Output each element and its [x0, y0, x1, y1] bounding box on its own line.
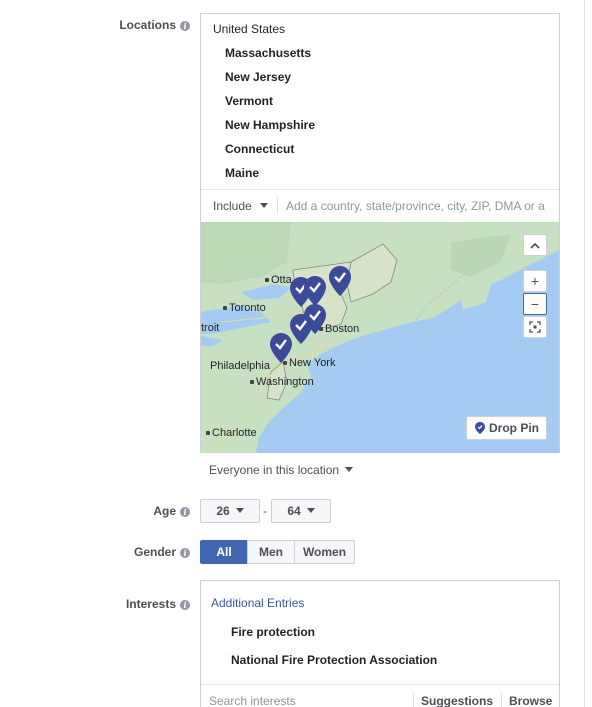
suggestions-button[interactable]: Suggestions [421, 694, 493, 707]
include-dropdown-label: Include [213, 199, 252, 213]
plus-icon: + [530, 273, 540, 289]
map-label-ottawa: Otta [265, 274, 292, 286]
info-icon[interactable]: i [180, 21, 190, 31]
map-label-washington: Washington [250, 376, 314, 388]
interests-search-input[interactable] [209, 691, 409, 707]
divider [413, 693, 414, 707]
browse-button[interactable]: Browse [509, 694, 552, 707]
location-item[interactable]: Massachusetts [225, 46, 311, 60]
caret-down-icon [306, 508, 315, 513]
audience-type-dropdown[interactable]: Everyone in this location [209, 463, 354, 477]
map-label-detroit: troit [201, 322, 220, 334]
include-divider [277, 198, 278, 214]
age-label: Age i [153, 504, 190, 518]
map-collapse-button[interactable] [523, 234, 547, 256]
caret-down-icon [345, 467, 354, 472]
interests-label: Interests i [126, 597, 190, 611]
locations-label: Locations i [119, 18, 190, 32]
minus-icon: − [530, 296, 540, 312]
map-zoom-in-button[interactable]: + [523, 270, 547, 292]
gender-women-button[interactable]: Women [294, 540, 355, 564]
location-item[interactable]: Vermont [225, 94, 273, 108]
age-max-value: 64 [287, 504, 301, 518]
interests-label-text: Interests [125, 597, 176, 611]
pin-icon [475, 422, 485, 434]
info-icon[interactable]: i [180, 600, 190, 610]
age-min-select[interactable]: 26 [200, 499, 260, 523]
age-separator: - [263, 504, 267, 518]
map-label-boston: Boston [319, 323, 359, 335]
chevron-up-icon [530, 242, 540, 249]
caret-down-icon [259, 203, 268, 208]
info-icon[interactable]: i [180, 548, 190, 558]
interest-item[interactable]: National Fire Protection Association [231, 653, 437, 667]
age-label-text: Age [153, 504, 176, 518]
location-include-bar: Include [201, 189, 559, 221]
age-max-select[interactable]: 64 [271, 499, 331, 523]
interests-box: Additional Entries Fire protection Natio… [200, 580, 560, 707]
audience-type-label: Everyone in this location [209, 463, 340, 477]
map-pin-icon[interactable] [329, 266, 351, 296]
location-item[interactable]: New Jersey [225, 70, 291, 84]
info-icon[interactable]: i [180, 507, 190, 517]
interest-item[interactable]: Fire protection [231, 625, 315, 639]
gender-label: Gender i [134, 545, 190, 559]
location-search-input[interactable] [286, 195, 556, 217]
locations-label-text: Locations [119, 18, 176, 32]
map-pin-icon[interactable] [290, 314, 312, 344]
interests-search-bar: Suggestions Browse [201, 684, 559, 707]
location-item[interactable]: Maine [225, 166, 259, 180]
caret-down-icon [235, 508, 244, 513]
location-item[interactable]: Connecticut [225, 142, 294, 156]
map-label-philadelphia: Philadelphia [210, 360, 270, 372]
divider [501, 693, 502, 707]
map-zoom-out-button[interactable]: − [523, 293, 547, 315]
location-item[interactable]: New Hampshire [225, 118, 315, 132]
fullscreen-icon [529, 321, 541, 333]
map-label-toronto: Toronto [223, 302, 266, 314]
age-min-value: 26 [216, 504, 230, 518]
include-dropdown[interactable]: Include [213, 199, 268, 213]
gender-label-text: Gender [133, 545, 176, 559]
location-map[interactable]: Otta Toronto troit Boston New York Phila… [201, 222, 559, 453]
drop-pin-label: Drop Pin [489, 421, 539, 435]
gender-men-button[interactable]: Men [247, 540, 295, 564]
locations-box: United States Massachusetts New Jersey V… [200, 13, 560, 453]
location-country: United States [213, 22, 286, 36]
additional-entries-link[interactable]: Additional Entries [211, 596, 304, 610]
map-fullscreen-button[interactable] [523, 316, 547, 338]
page-right-border [584, 0, 585, 707]
gender-all-button[interactable]: All [200, 540, 248, 564]
map-label-charlotte: Charlotte [206, 427, 257, 439]
map-pin-icon[interactable] [304, 276, 326, 306]
map-label-new-york: New York [283, 357, 335, 369]
drop-pin-button[interactable]: Drop Pin [466, 416, 547, 440]
